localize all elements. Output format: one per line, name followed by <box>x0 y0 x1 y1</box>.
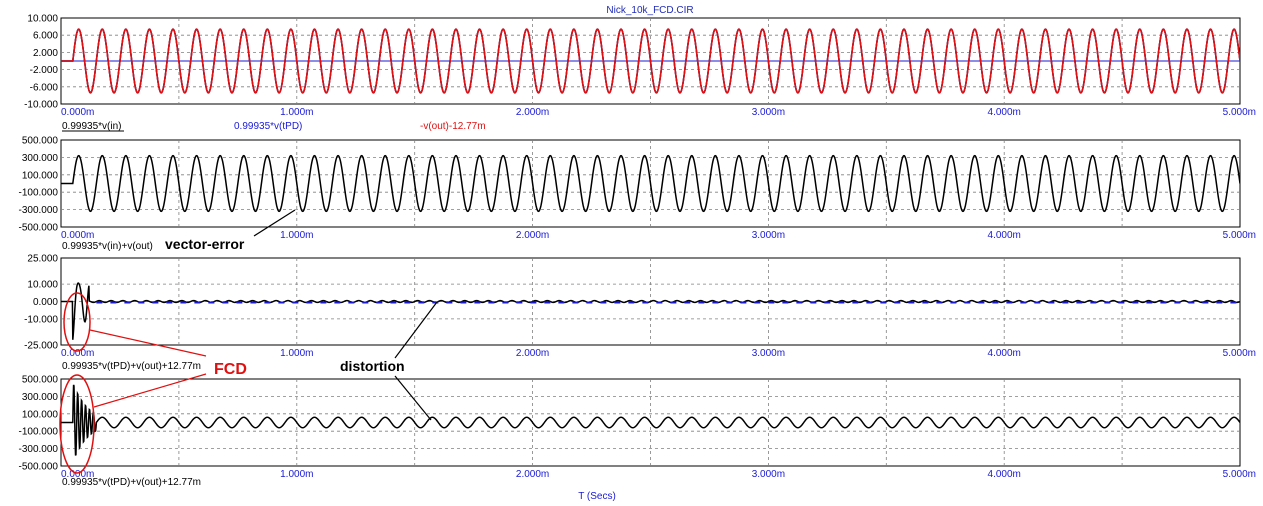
y-tick-label: 25.000 <box>27 254 58 265</box>
y-tick-label: 300.000 <box>22 153 59 164</box>
y-tick-label: -2.000 <box>30 65 59 76</box>
x-tick-label: 1.000m <box>280 348 313 359</box>
x-tick-label: 5.000m <box>1223 107 1256 118</box>
y-tick-label: 10.000 <box>27 14 58 25</box>
y-tick-label: 500.000 <box>22 136 59 147</box>
y-tick-label: -500.000 <box>19 462 59 473</box>
x-tick-label: 4.000m <box>988 348 1021 359</box>
x-tick-label: 2.000m <box>516 469 549 480</box>
fcd-label: FCD <box>214 361 247 378</box>
x-tick-label: 3.000m <box>752 348 785 359</box>
y-tick-label: 6.000 <box>33 31 58 42</box>
legend-entry: 0.99935*v(tPD) <box>234 121 302 132</box>
distortion-label: distortion <box>340 358 405 374</box>
y-tick-label: -100.000 <box>19 188 59 199</box>
y-tick-label: -100.000 <box>19 427 59 438</box>
x-tick-label: 0.000m <box>61 348 94 359</box>
x-tick-label: 4.000m <box>988 230 1021 241</box>
x-tick-label: 0.000m <box>61 230 94 241</box>
oscilloscope-window: Nick_10k_FCD.CIR 10.000 6.000 2.000 -2.000 -… <box>19 5 1256 502</box>
y-tick-label: 10.000 <box>27 280 58 291</box>
x-tick-label: 3.000m <box>752 469 785 480</box>
x-tick-label: 1.000m <box>280 230 313 241</box>
x-tick-label: 3.000m <box>752 107 785 118</box>
y-tick-label: 100.000 <box>22 409 59 420</box>
plot-panel-1: 10.000 6.000 2.000 -2.000 -6.000 -10.0000.000… <box>24 14 1256 119</box>
plot-panel-3: 25.000 10.000 0.000 -10.000 -25.0000.000m 1.0… <box>24 254 1256 360</box>
legend-entry: 0.99935*v(tPD)+v(out)+12.77m <box>62 477 201 488</box>
plot-panel-2: 500.000 300.000 100.000 -100.000 -300.000 -50… <box>19 136 1256 242</box>
y-tick-label: 100.000 <box>22 170 59 181</box>
y-tick-label: -300.000 <box>19 205 59 216</box>
y-tick-label: -6.000 <box>30 82 59 93</box>
window-title: Nick_10k_FCD.CIR <box>606 5 693 16</box>
x-tick-label: 5.000m <box>1223 230 1256 241</box>
plot-panel-4: 500.000 300.000 100.000 -100.000 -300.000 -50… <box>19 375 1256 481</box>
x-tick-label: 5.000m <box>1223 469 1256 480</box>
y-tick-label: -500.000 <box>19 223 59 234</box>
vector-error-label: vector-error <box>165 236 245 252</box>
x-tick-label: 4.000m <box>988 469 1021 480</box>
x-tick-label: 3.000m <box>752 230 785 241</box>
x-tick-label: 1.000m <box>280 469 313 480</box>
legend-entry: 0.99935*v(in)+v(out) <box>62 241 153 252</box>
x-tick-label: 2.000m <box>516 230 549 241</box>
y-tick-label: 500.000 <box>22 375 59 386</box>
x-tick-label: 2.000m <box>516 348 549 359</box>
y-tick-label: -10.000 <box>24 314 58 325</box>
x-tick-label: 0.000m <box>61 107 94 118</box>
y-tick-label: 300.000 <box>22 392 59 403</box>
x-tick-label: 5.000m <box>1223 348 1256 359</box>
x-axis-label: T (Secs) <box>578 491 616 502</box>
legend-entry: 0.99935*v(in) <box>62 121 121 132</box>
y-tick-label: -25.000 <box>24 341 58 352</box>
legend-entry: -v(out)-12.77m <box>420 121 486 132</box>
x-tick-label: 1.000m <box>280 107 313 118</box>
y-tick-label: 0.000 <box>33 297 58 308</box>
y-tick-label: 2.000 <box>33 48 58 59</box>
y-tick-label: -300.000 <box>19 444 59 455</box>
x-tick-label: 2.000m <box>516 107 549 118</box>
x-tick-label: 4.000m <box>988 107 1021 118</box>
y-tick-label: -10.000 <box>24 100 58 111</box>
legend-entry: 0.99935*v(tPD)+v(out)+12.77m <box>62 361 201 372</box>
